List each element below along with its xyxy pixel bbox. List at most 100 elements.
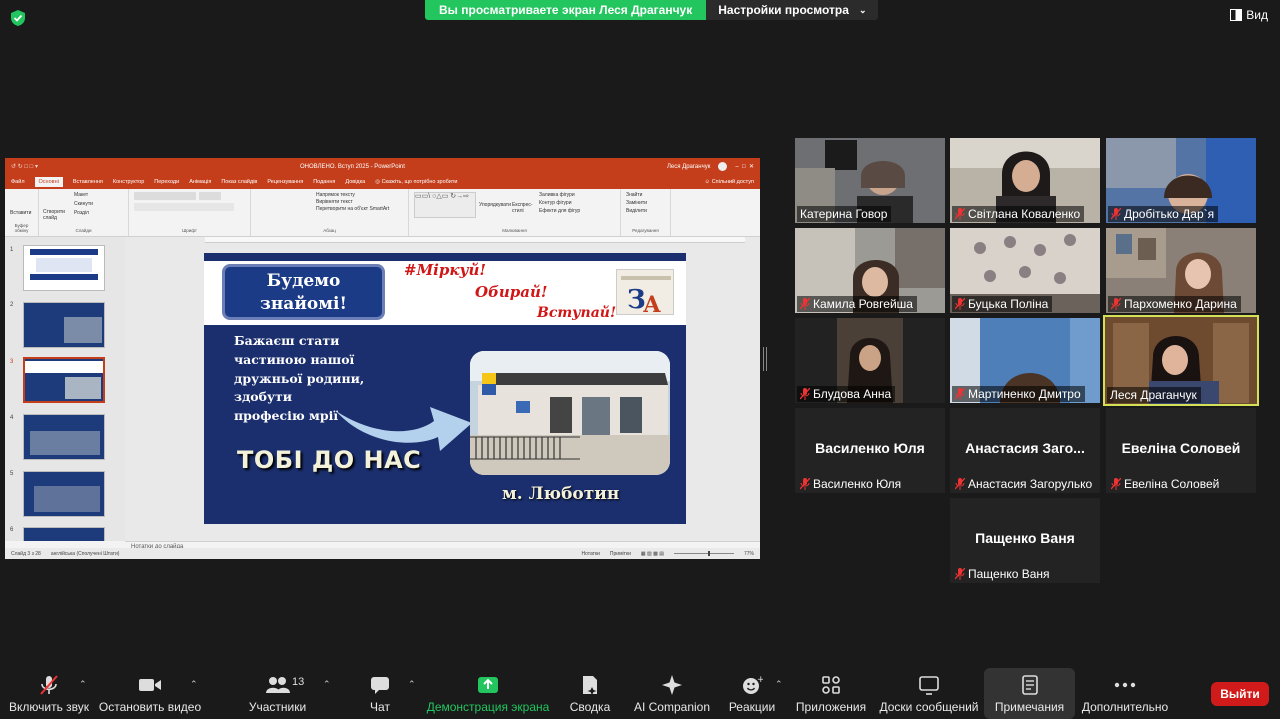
participant-tile[interactable]: Дробітько Дар`я	[1106, 138, 1256, 223]
ppt-tab-insert[interactable]: Вставлення	[73, 179, 103, 185]
ribbon-group-label: Слайди	[75, 228, 92, 233]
participant-name-text: Дробітько Дар`я	[1124, 207, 1215, 221]
participant-tile[interactable]: Пархоменко Дарина	[1106, 228, 1256, 313]
whiteboards-button[interactable]: Доски сообщений	[878, 668, 980, 719]
quick-styles-button[interactable]: Експрес-стилі	[512, 192, 536, 218]
smartart-button[interactable]: Перетворити на об'єкт SmartArt	[316, 206, 389, 212]
user-avatar	[718, 162, 728, 171]
select-button[interactable]: Виділити	[626, 208, 647, 214]
slide-thumbnail[interactable]	[23, 414, 105, 460]
shape-outline-button[interactable]: Контур фігури	[539, 200, 580, 206]
ppt-tab-review[interactable]: Рецензування	[267, 179, 303, 185]
section-button[interactable]: Розділ	[74, 210, 93, 216]
status-notes-button[interactable]: Нотатки	[581, 551, 599, 557]
arrange-button[interactable]: Упорядкувати	[479, 192, 511, 218]
font-format-buttons[interactable]	[134, 203, 234, 211]
window-controls[interactable]: – □ ✕	[735, 163, 754, 170]
ppt-tell-me[interactable]: ◎ Скажіть, що потрібно зробити	[375, 179, 457, 185]
video-camera-icon	[138, 674, 162, 696]
ppt-tab-home[interactable]: Основні	[34, 177, 63, 187]
font-size-select[interactable]	[199, 192, 221, 200]
participant-tile[interactable]: Пащенко Ваня Пащенко Ваня	[950, 498, 1100, 583]
status-comments-button[interactable]: Примітки	[610, 551, 631, 557]
slide-tag-think: #Міркуй!	[404, 261, 486, 279]
zoom-meeting-window: { "topbar": { "share_banner": "Вы просма…	[0, 0, 1280, 719]
chat-button[interactable]: Чат	[355, 668, 405, 719]
ppt-tab-transitions[interactable]: Переходи	[154, 179, 179, 185]
active-speaker-tile[interactable]: Леся Драганчук	[1103, 315, 1259, 406]
ai-companion-button[interactable]: AI Companion	[632, 668, 712, 719]
stop-video-button[interactable]: Остановить видео	[99, 668, 201, 719]
leave-button[interactable]: Выйти	[1211, 682, 1269, 706]
ribbon-group-label: Малювання	[502, 228, 527, 233]
participant-tile[interactable]: Камила Ровгейша	[795, 228, 945, 313]
notes-button[interactable]: Примечания	[984, 668, 1075, 719]
video-options-caret[interactable]: ⌃	[190, 679, 198, 690]
ppt-tab-slideshow[interactable]: Показ слайдів	[221, 179, 257, 185]
view-options-button[interactable]: Настройки просмотра ⌄	[706, 0, 879, 20]
current-slide[interactable]: Будемо знайомі! #Міркуй! Обирай! Вступай…	[204, 253, 686, 524]
security-shield-icon[interactable]	[8, 8, 28, 28]
replace-button[interactable]: Замінити	[626, 200, 647, 206]
participant-tile[interactable]: Світлана Коваленко	[950, 138, 1100, 223]
find-button[interactable]: Знайти	[626, 192, 647, 198]
reactions-options-caret[interactable]: ⌃	[775, 679, 783, 690]
participant-name-text: Буцька Поліна	[968, 297, 1049, 311]
unmute-button[interactable]: Включить звук	[8, 668, 90, 719]
shape-effects-button[interactable]: Ефекти для фігур	[539, 208, 580, 214]
more-button[interactable]: Дополнительно	[1082, 668, 1168, 719]
slide-thumbnail[interactable]	[23, 527, 105, 541]
layout-button[interactable]: Макет	[74, 192, 93, 198]
new-slide-button[interactable]: Створити слайд	[43, 209, 69, 221]
zoom-level[interactable]: 77%	[744, 551, 754, 557]
participant-tile[interactable]: Василенко Юля Василенко Юля	[795, 408, 945, 493]
align-text-button[interactable]: Вирівняти текст	[316, 199, 389, 205]
reset-button[interactable]: Скинути	[74, 201, 93, 207]
chat-options-caret[interactable]: ⌃	[408, 679, 416, 690]
view-button[interactable]: Вид	[1230, 8, 1268, 22]
summary-button[interactable]: Сводка	[565, 668, 615, 719]
summary-document-icon	[580, 674, 600, 696]
ppt-tab-design[interactable]: Конструктор	[113, 179, 144, 185]
participant-tile[interactable]: Блудова Анна	[795, 318, 945, 403]
participant-tile[interactable]: Анастасия Заго... Анастасия Загорулько	[950, 408, 1100, 493]
participant-tile[interactable]: Евеліна Соловей Евеліна Соловей	[1106, 408, 1256, 493]
ribbon-group-label: Абзац	[323, 228, 336, 233]
shapes-gallery[interactable]: ▭▭\ ○△▭ ↻→⇨	[414, 192, 476, 218]
slide-thumbnail[interactable]	[23, 302, 105, 348]
apps-button[interactable]: Приложения	[795, 668, 867, 719]
participant-tile[interactable]: Мартиненко Дмитро	[950, 318, 1100, 403]
participant-tile[interactable]: Буцька Поліна	[950, 228, 1100, 313]
participants-options-caret[interactable]: ⌃	[323, 679, 331, 690]
participant-name-text: Блудова Анна	[813, 387, 892, 401]
college-logo: ЗА	[616, 269, 674, 318]
share-screen-button[interactable]: Демонстрация экрана	[427, 668, 549, 719]
slide-thumbnail-selected[interactable]	[23, 357, 105, 403]
mic-muted-icon	[1110, 207, 1122, 220]
thumb-number: 3	[10, 359, 14, 365]
slide-thumbnail[interactable]	[23, 245, 105, 291]
ppt-tab-animation[interactable]: Анімація	[189, 179, 211, 185]
text-direction-button[interactable]: Напрямок тексту	[316, 192, 389, 198]
ppt-share-button[interactable]: ☺ Спільний доступ	[705, 179, 754, 185]
paste-button[interactable]: Вставити	[10, 210, 31, 216]
zoom-slider[interactable]	[673, 551, 734, 556]
audio-options-caret[interactable]: ⌃	[79, 679, 87, 690]
participant-tile[interactable]: Катерина Говор	[795, 138, 945, 223]
share-screen-icon	[477, 674, 499, 696]
ribbon-group-slides: Макет Скинути Розділ Створити слайд Слай…	[39, 189, 129, 236]
slide-thumbnail[interactable]	[23, 471, 105, 517]
split-view-handle[interactable]	[763, 347, 767, 371]
view-mode-buttons[interactable]: ▦ ▧ ▩ ▤	[641, 551, 664, 557]
thumb-number: 6	[10, 527, 14, 533]
ppt-window-title: ОНОВЛЕНО. Вступ 2025 - PowerPoint	[299, 163, 405, 170]
participant-name-text: Катерина Говор	[800, 207, 888, 221]
participants-count: 13	[292, 676, 305, 688]
font-family-select[interactable]	[134, 192, 196, 200]
reactions-button[interactable]: + Реакции	[728, 668, 776, 719]
status-language[interactable]: англійська (Сполучені Штати)	[51, 551, 120, 557]
ppt-tab-file[interactable]: Файл	[11, 179, 25, 185]
shape-fill-button[interactable]: Заливка фігури	[539, 192, 580, 198]
ppt-tab-view[interactable]: Подання	[313, 179, 335, 185]
ppt-tab-help[interactable]: Довідка	[345, 179, 365, 185]
